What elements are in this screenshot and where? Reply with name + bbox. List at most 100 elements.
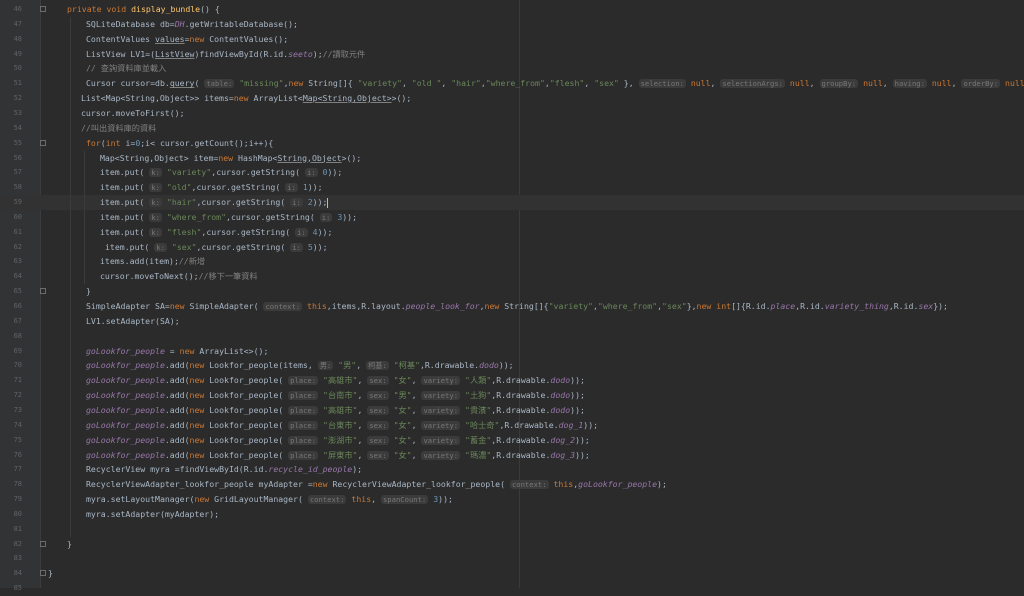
code-line[interactable]: 77 RecyclerView myra =findViewById(R.id.r… — [0, 462, 1024, 477]
line-number[interactable]: 53 — [0, 106, 22, 121]
code-text[interactable]: Cursor cursor=db.query( table: "missing"… — [86, 76, 1024, 92]
code-line[interactable]: 60 item.put( k: "where_from",cursor.getSt… — [0, 210, 1024, 225]
code-text[interactable]: } — [86, 284, 91, 299]
code-line[interactable]: 78 RecyclerViewAdapter_lookfor_people myA… — [0, 477, 1024, 492]
code-text[interactable]: cursor.moveToFirst(); — [81, 106, 185, 121]
line-number[interactable]: 81 — [0, 522, 22, 537]
line-number[interactable]: 51 — [0, 76, 22, 91]
code-text[interactable]: goLookfor_people.add(new Lookfor_people(… — [86, 418, 598, 434]
code-line[interactable]: 76 goLookfor_people.add(new Lookfor_peopl… — [0, 448, 1024, 463]
code-text[interactable]: RecyclerView myra =findViewById(R.id.rec… — [86, 462, 362, 477]
fold-marker-icon[interactable] — [40, 570, 46, 577]
code-line[interactable]: 54 //叫出資料庫的資料 — [0, 121, 1024, 136]
code-text[interactable]: item.put( k: "old",cursor.getString( i: … — [100, 180, 323, 196]
fold-marker-icon[interactable] — [40, 288, 46, 295]
code-line[interactable]: 75 goLookfor_people.add(new Lookfor_peopl… — [0, 433, 1024, 448]
code-line[interactable]: 71 goLookfor_people.add(new Lookfor_peopl… — [0, 373, 1024, 388]
line-number[interactable]: 58 — [0, 180, 22, 195]
line-number[interactable]: 76 — [0, 448, 22, 463]
code-text[interactable]: //叫出資料庫的資料 — [81, 121, 156, 136]
line-number[interactable]: 80 — [0, 507, 22, 522]
line-number[interactable]: 72 — [0, 388, 22, 403]
code-line[interactable]: 59 item.put( k: "hair",cursor.getString( … — [0, 195, 1024, 210]
code-text[interactable]: LV1.setAdapter(SA); — [86, 314, 180, 329]
code-line[interactable]: 57 item.put( k: "variety",cursor.getStrin… — [0, 165, 1024, 180]
fold-marker-icon[interactable] — [40, 139, 46, 146]
code-text[interactable]: } — [48, 566, 53, 581]
code-text[interactable]: ListView LV1=(ListView)findViewById(R.id… — [86, 47, 365, 62]
code-text[interactable]: goLookfor_people.add(new Lookfor_people(… — [86, 358, 514, 374]
line-number[interactable]: 64 — [0, 269, 22, 284]
line-number[interactable]: 82 — [0, 537, 22, 552]
line-number[interactable]: 77 — [0, 462, 22, 477]
line-number[interactable]: 57 — [0, 165, 22, 180]
code-text[interactable]: myra.setAdapter(myAdapter); — [86, 507, 219, 522]
code-text[interactable]: private void display_bundle() { — [67, 2, 220, 17]
line-number[interactable]: 62 — [0, 240, 22, 255]
code-text[interactable]: cursor.moveToNext();//移下一筆資料 — [100, 269, 258, 284]
code-text[interactable]: item.put( k: "sex",cursor.getString( i: … — [105, 240, 328, 256]
code-line[interactable]: 72 goLookfor_people.add(new Lookfor_peopl… — [0, 388, 1024, 403]
code-line[interactable]: 83 — [0, 551, 1024, 566]
code-line[interactable]: 62 item.put( k: "sex",cursor.getString( i… — [0, 240, 1024, 255]
line-number[interactable]: 56 — [0, 151, 22, 166]
line-number[interactable]: 46 — [0, 2, 22, 17]
code-line[interactable]: 52 List<Map<String,Object>> items=new Arr… — [0, 91, 1024, 106]
code-line[interactable]: 50 // 查詢資料庫並載入 — [0, 61, 1024, 76]
line-number[interactable]: 75 — [0, 433, 22, 448]
fold-marker-icon[interactable] — [40, 6, 46, 12]
line-number[interactable]: 63 — [0, 254, 22, 269]
code-line[interactable]: 84} — [0, 566, 1024, 581]
line-number[interactable]: 78 — [0, 477, 22, 492]
line-number[interactable]: 68 — [0, 329, 22, 344]
code-line[interactable]: 53 cursor.moveToFirst(); — [0, 106, 1024, 121]
line-number[interactable]: 67 — [0, 314, 22, 329]
code-line[interactable]: 51 Cursor cursor=db.query( table: "missin… — [0, 76, 1024, 91]
code-line[interactable]: 55 for(int i=0;i< cursor.getCount();i++){ — [0, 136, 1024, 151]
code-editor[interactable]: 46 private void display_bundle() {47 SQLit… — [0, 0, 1024, 592]
code-line[interactable]: 80 myra.setAdapter(myAdapter); — [0, 507, 1024, 522]
code-text[interactable]: for(int i=0;i< cursor.getCount();i++){ — [86, 136, 273, 151]
line-number[interactable]: 49 — [0, 47, 22, 62]
line-number[interactable]: 71 — [0, 373, 22, 388]
code-line[interactable]: 68 — [0, 329, 1024, 344]
code-line[interactable]: 67 LV1.setAdapter(SA); — [0, 314, 1024, 329]
code-line[interactable]: 48 ContentValues values=new ContentValues… — [0, 32, 1024, 47]
code-line[interactable]: 74 goLookfor_people.add(new Lookfor_peopl… — [0, 418, 1024, 433]
code-text[interactable]: myra.setLayoutManager(new GridLayoutMana… — [86, 492, 453, 508]
code-line[interactable]: 82} — [0, 537, 1024, 552]
code-text[interactable]: List<Map<String,Object>> items=new Array… — [81, 91, 411, 106]
code-text[interactable]: // 查詢資料庫並載入 — [86, 61, 166, 76]
code-line[interactable]: 56 Map<String,Object> item=new HashMap<St… — [0, 151, 1024, 166]
code-line[interactable]: 47 SQLiteDatabase db=DH.getWritableDataba… — [0, 17, 1024, 32]
code-text[interactable]: RecyclerViewAdapter_lookfor_people myAda… — [86, 477, 667, 493]
code-text[interactable]: Map<String,Object> item=new HashMap<Stri… — [100, 151, 361, 166]
code-text[interactable]: goLookfor_people.add(new Lookfor_people(… — [86, 403, 585, 419]
code-text[interactable]: goLookfor_people.add(new Lookfor_people(… — [86, 373, 585, 389]
line-number[interactable]: 83 — [0, 551, 22, 566]
code-text[interactable]: goLookfor_people = new ArrayList<>(); — [86, 344, 268, 359]
code-line[interactable]: 79 myra.setLayoutManager(new GridLayoutMa… — [0, 492, 1024, 507]
line-number[interactable]: 85 — [0, 581, 22, 596]
code-line[interactable]: 65} — [0, 284, 1024, 299]
code-line[interactable]: 66 SimpleAdapter SA=new SimpleAdapter( co… — [0, 299, 1024, 314]
code-line[interactable]: 70 goLookfor_people.add(new Lookfor_peopl… — [0, 358, 1024, 373]
fold-marker-icon[interactable] — [40, 540, 46, 547]
code-text[interactable]: SQLiteDatabase db=DH.getWritableDatabase… — [86, 17, 298, 32]
code-text[interactable]: item.put( k: "hair",cursor.getString( i:… — [100, 195, 329, 211]
code-text[interactable]: goLookfor_people.add(new Lookfor_people(… — [86, 433, 590, 449]
line-number[interactable]: 66 — [0, 299, 22, 314]
line-number[interactable]: 48 — [0, 32, 22, 47]
line-number[interactable]: 52 — [0, 91, 22, 106]
code-line[interactable]: 81 — [0, 522, 1024, 537]
code-text[interactable]: goLookfor_people.add(new Lookfor_people(… — [86, 388, 585, 404]
code-text[interactable]: item.put( k: "variety",cursor.getString(… — [100, 165, 342, 181]
line-number[interactable]: 65 — [0, 284, 22, 299]
code-text[interactable]: SimpleAdapter SA=new SimpleAdapter( cont… — [86, 299, 948, 315]
code-line[interactable]: 49 ListView LV1=(ListView)findViewById(R.… — [0, 47, 1024, 62]
line-number[interactable]: 59 — [0, 195, 22, 210]
line-number[interactable]: 73 — [0, 403, 22, 418]
line-number[interactable]: 74 — [0, 418, 22, 433]
line-number[interactable]: 54 — [0, 121, 22, 136]
line-number[interactable]: 50 — [0, 61, 22, 76]
